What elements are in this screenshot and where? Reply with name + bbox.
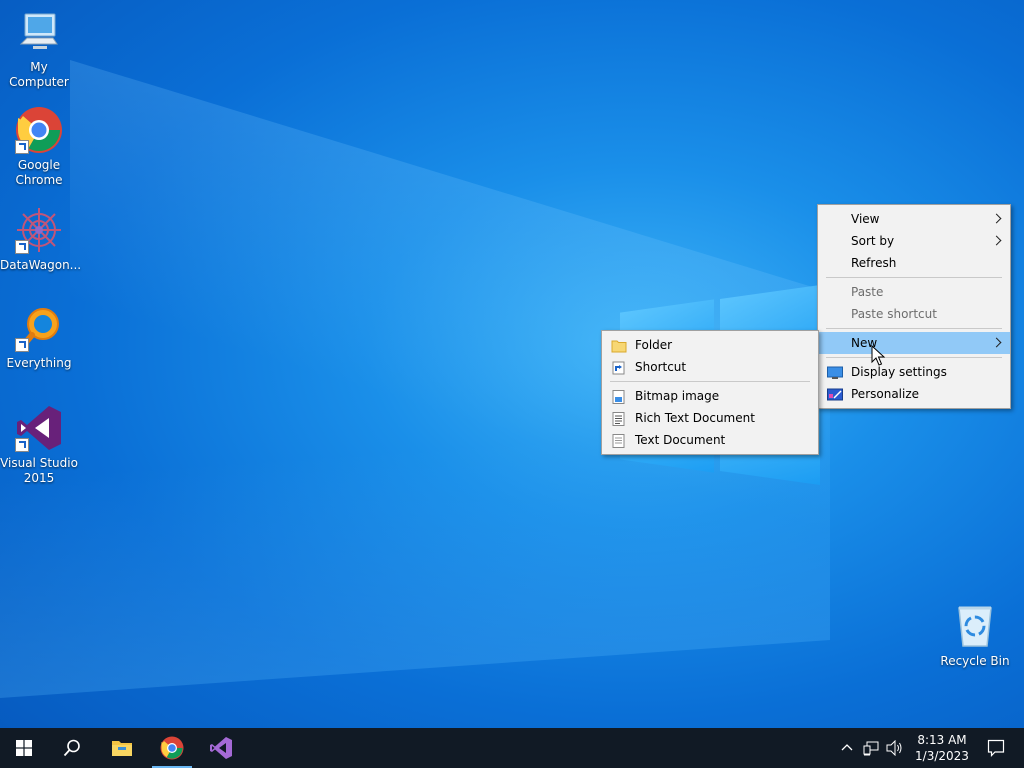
menu-item-label: Sort by	[851, 234, 895, 248]
mouse-cursor-icon	[871, 344, 886, 367]
submenu-item-shortcut[interactable]: Shortcut	[602, 356, 818, 378]
submenu-item-folder[interactable]: Folder	[602, 334, 818, 356]
shortcut-arrow-icon	[15, 438, 29, 452]
menu-item-label: Personalize	[851, 387, 920, 401]
menu-item-view[interactable]: View	[818, 208, 1010, 230]
desktop-icon-my-computer[interactable]: My Computer	[0, 8, 78, 90]
start-button[interactable]	[0, 728, 48, 768]
clock-time: 8:13 AM	[917, 733, 967, 747]
display-icon	[827, 365, 843, 379]
volume-tray-button[interactable]	[884, 728, 906, 768]
menu-item-personalize[interactable]: Personalize	[818, 383, 1010, 405]
search-button[interactable]	[48, 728, 96, 768]
menu-separator	[826, 277, 1002, 278]
desktop-icon-label: Everything	[6, 356, 72, 370]
computer-icon	[15, 8, 63, 56]
notification-icon	[987, 739, 1005, 757]
desktop-icon-google-chrome[interactable]: Google Chrome	[0, 106, 78, 188]
visual-studio-icon	[210, 737, 232, 759]
submenu-item-text-document[interactable]: Text Document	[602, 429, 818, 451]
submenu-item-bitmap-image[interactable]: Bitmap image	[602, 385, 818, 407]
submenu-item-label: Bitmap image	[635, 389, 720, 403]
action-center-button[interactable]	[976, 728, 1016, 768]
desktop-icon-label: Visual Studio 2015	[0, 456, 78, 485]
everything-search-icon	[15, 304, 63, 352]
shortcut-icon	[611, 360, 627, 375]
menu-item-label: Display settings	[851, 365, 947, 379]
shortcut-arrow-icon	[15, 140, 29, 154]
desktop-icon-datawagon[interactable]: DataWagon...	[0, 206, 82, 273]
menu-item-label: View	[851, 212, 880, 226]
network-icon	[863, 741, 879, 756]
clock-date: 1/3/2023	[915, 749, 969, 763]
submenu-item-label: Folder	[635, 338, 673, 352]
show-hidden-icons-button[interactable]	[838, 728, 856, 768]
personalize-icon	[827, 387, 843, 401]
submenu-item-label: Rich Text Document	[635, 411, 755, 425]
folder-icon	[611, 338, 627, 353]
menu-item-new[interactable]: New	[818, 332, 1010, 354]
start-icon	[16, 740, 32, 756]
chevron-right-icon	[991, 337, 1002, 348]
chrome-icon	[15, 106, 63, 154]
taskbar-clock[interactable]: 8:13 AM 1/3/2023	[910, 732, 974, 764]
menu-item-label: Refresh	[851, 256, 897, 270]
submenu-item-rich-text-document[interactable]: Rich Text Document	[602, 407, 818, 429]
new-submenu: Folder Shortcut Bitmap image Rich Text D…	[601, 330, 819, 455]
network-tray-button[interactable]	[860, 728, 882, 768]
menu-separator	[610, 381, 810, 382]
menu-item-paste[interactable]: Paste	[818, 281, 1010, 303]
desktop-icon-label: Google Chrome	[15, 158, 63, 187]
chrome-icon	[160, 736, 184, 760]
menu-item-sort-by[interactable]: Sort by	[818, 230, 1010, 252]
text-document-icon	[611, 433, 627, 448]
file-explorer-icon	[112, 741, 132, 756]
chevron-up-icon	[841, 744, 853, 751]
shortcut-arrow-icon	[15, 240, 29, 254]
recycle-bin-icon	[951, 602, 999, 650]
search-icon	[63, 739, 80, 757]
menu-item-label: Paste	[851, 285, 884, 299]
menu-item-display-settings[interactable]: Display settings	[818, 361, 1010, 383]
menu-item-paste-shortcut[interactable]: Paste shortcut	[818, 303, 1010, 325]
desktop-icon-recycle-bin[interactable]: Recycle Bin	[936, 602, 1014, 669]
menu-item-refresh[interactable]: Refresh	[818, 252, 1010, 274]
desktop-icon-label: DataWagon...	[0, 258, 82, 272]
chevron-right-icon	[991, 213, 1002, 224]
taskbar-chrome[interactable]	[148, 728, 196, 768]
chevron-right-icon	[991, 235, 1002, 246]
visual-studio-icon	[15, 404, 63, 452]
desktop-context-menu: View Sort by Refresh Paste Paste shortcu…	[817, 204, 1011, 409]
desktop-icon-visual-studio[interactable]: Visual Studio 2015	[0, 404, 78, 486]
taskbar: 8:13 AM 1/3/2023	[0, 728, 1024, 768]
datawagon-icon	[15, 206, 63, 254]
taskbar-file-explorer[interactable]	[98, 728, 146, 768]
menu-separator	[826, 357, 1002, 358]
desktop-icon-label: Recycle Bin	[940, 654, 1010, 668]
bitmap-icon	[611, 389, 627, 404]
desktop-icon-everything[interactable]: Everything	[0, 304, 78, 371]
desktop-icon-label: My Computer	[9, 60, 69, 89]
submenu-item-label: Shortcut	[635, 360, 687, 374]
taskbar-visual-studio[interactable]	[197, 728, 245, 768]
volume-icon	[886, 740, 902, 756]
rtf-document-icon	[611, 411, 627, 426]
menu-item-label: Paste shortcut	[851, 307, 937, 321]
submenu-item-label: Text Document	[635, 433, 726, 447]
menu-separator	[826, 328, 1002, 329]
shortcut-arrow-icon	[15, 338, 29, 352]
